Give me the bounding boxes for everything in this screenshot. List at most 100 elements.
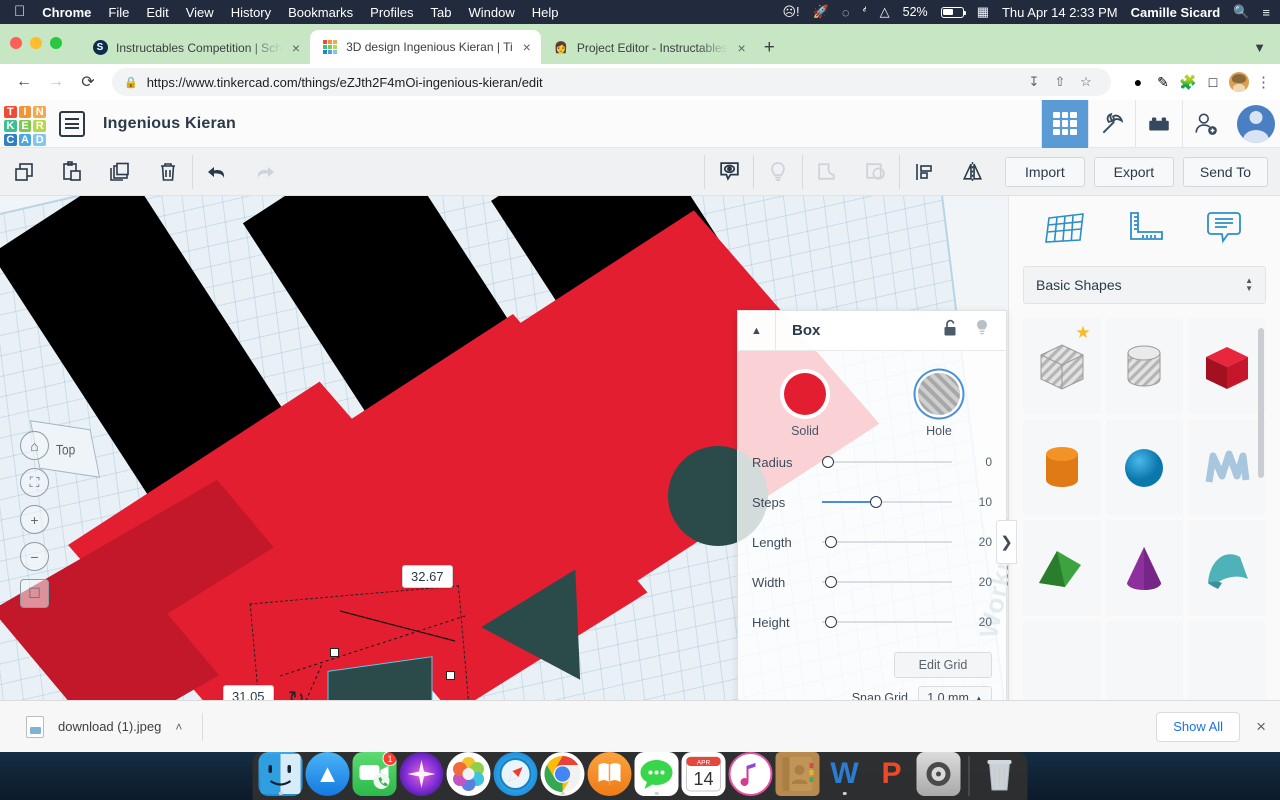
add-person-icon[interactable] bbox=[1182, 100, 1229, 148]
dimension-label-32[interactable]: 32.67 bbox=[402, 565, 453, 588]
resize-handle-tl[interactable] bbox=[330, 648, 339, 657]
height-slider[interactable] bbox=[822, 615, 952, 629]
dock-safari[interactable] bbox=[493, 752, 538, 796]
apple-logo-icon[interactable]:  bbox=[14, 4, 25, 19]
menu-bookmarks[interactable]: Bookmarks bbox=[288, 5, 353, 20]
tab-search-chevron-icon[interactable]: ▼ bbox=[1253, 40, 1280, 55]
chrome-menu-kebab-icon[interactable]: ⋮ bbox=[1256, 75, 1271, 90]
menu-help[interactable]: Help bbox=[532, 5, 559, 20]
notes-icon[interactable] bbox=[1202, 208, 1246, 248]
dock-contacts[interactable] bbox=[775, 752, 820, 796]
edit-grid-button[interactable]: Edit Grid bbox=[894, 652, 992, 678]
menu-view[interactable]: View bbox=[186, 5, 214, 20]
ortho-view-icon[interactable]: ☐ bbox=[20, 579, 49, 608]
shape-scribble[interactable] bbox=[1188, 419, 1266, 515]
back-button[interactable]: ← bbox=[10, 68, 38, 96]
width-value[interactable]: 20 bbox=[958, 575, 992, 589]
tab-instructables-competition[interactable]: S Instructables Competition | Sch × bbox=[80, 31, 310, 64]
menu-tab[interactable]: Tab bbox=[431, 5, 452, 20]
alert-icon[interactable]: ☹! bbox=[782, 4, 799, 20]
user-avatar[interactable] bbox=[1237, 104, 1275, 143]
show-all-downloads-button[interactable]: Show All bbox=[1156, 711, 1241, 742]
radius-slider[interactable] bbox=[822, 455, 952, 469]
lightbulb-icon[interactable] bbox=[974, 319, 990, 342]
collapse-caret-icon[interactable]: ▲ bbox=[738, 311, 776, 350]
shape-roof[interactable] bbox=[1188, 520, 1266, 616]
zoom-in-icon[interactable]: + bbox=[20, 505, 49, 534]
dock-trash[interactable] bbox=[978, 752, 1022, 796]
send-to-button[interactable]: Send To bbox=[1182, 156, 1268, 187]
dock-photos[interactable] bbox=[446, 752, 491, 796]
chevron-up-icon[interactable]: ˄ bbox=[175, 720, 182, 734]
snap-grid-select[interactable]: 1.0 mm ▲ bbox=[918, 686, 992, 700]
shape-yellow-partial[interactable] bbox=[1188, 621, 1266, 700]
tinkercad-logo[interactable]: T I N K E R C A D bbox=[0, 101, 46, 147]
screenshot-icon[interactable]: ▦ bbox=[977, 4, 989, 20]
tab-3d-design-ingenious-kieran[interactable]: 3D design Ingenious Kieran | Ti × bbox=[310, 30, 541, 64]
close-window-button[interactable] bbox=[10, 37, 22, 49]
shape-cylinder-hole[interactable] bbox=[1105, 318, 1184, 414]
ruler-icon[interactable] bbox=[1122, 208, 1166, 248]
hole-swatch[interactable] bbox=[918, 373, 960, 415]
dock-siri[interactable] bbox=[399, 752, 444, 796]
forward-button[interactable]: → bbox=[42, 68, 70, 96]
wifi-icon[interactable]: △ bbox=[880, 4, 890, 20]
shapes-scrollbar[interactable] bbox=[1258, 328, 1264, 478]
siri-icon[interactable]: ◌ bbox=[842, 5, 850, 20]
resize-handle-tr[interactable] bbox=[446, 671, 455, 680]
control-center-icon[interactable]: ≡ bbox=[1262, 5, 1270, 20]
steps-slider[interactable] bbox=[822, 495, 952, 509]
square-extension-icon[interactable]: □ bbox=[1204, 73, 1222, 91]
chrome-profile-avatar[interactable] bbox=[1229, 72, 1249, 92]
page-title[interactable]: Ingenious Kieran bbox=[103, 115, 236, 133]
dock-finder[interactable] bbox=[258, 752, 303, 796]
shape-box[interactable] bbox=[1188, 318, 1266, 414]
fit-view-icon[interactable]: ⛶ bbox=[20, 468, 49, 497]
address-bar[interactable]: 🔒 https://www.tinkercad.com/things/eZJth… bbox=[112, 68, 1111, 96]
dock-calendar[interactable]: APR 14 bbox=[681, 752, 726, 796]
dock-books[interactable] bbox=[587, 752, 632, 796]
align-icon[interactable] bbox=[900, 148, 948, 196]
menu-edit[interactable]: Edit bbox=[146, 5, 168, 20]
length-value[interactable]: 20 bbox=[958, 535, 992, 549]
length-slider[interactable] bbox=[822, 535, 952, 549]
copy-icon[interactable] bbox=[0, 148, 48, 196]
battery-icon[interactable] bbox=[940, 6, 967, 18]
search-icon[interactable]: 🔍 bbox=[1233, 4, 1249, 20]
puzzle-extensions-icon[interactable]: 🧩 bbox=[1179, 73, 1197, 91]
bookmark-star-icon[interactable]: ☆ bbox=[1073, 69, 1099, 95]
rocket-icon[interactable]: 🚀 bbox=[813, 4, 829, 20]
paste-icon[interactable] bbox=[48, 148, 96, 196]
project-list-icon[interactable] bbox=[59, 110, 85, 137]
close-tab-icon[interactable]: × bbox=[521, 38, 533, 56]
undo-icon[interactable] bbox=[193, 148, 241, 196]
unlock-icon[interactable] bbox=[942, 319, 958, 342]
shape-cylinder[interactable] bbox=[1023, 419, 1101, 515]
share-icon[interactable]: ⇧ bbox=[1047, 69, 1073, 95]
dock-system-preferences[interactable] bbox=[916, 752, 961, 796]
tab-project-editor[interactable]: 👩 Project Editor - Instructables × bbox=[541, 31, 756, 64]
solid-swatch[interactable] bbox=[784, 373, 826, 415]
shape-sphere[interactable] bbox=[1105, 419, 1184, 515]
menu-profiles[interactable]: Profiles bbox=[370, 5, 413, 20]
home-view-icon[interactable]: ⌂ bbox=[20, 431, 49, 460]
solid-option[interactable]: Solid bbox=[784, 373, 826, 438]
close-downloads-bar-icon[interactable]: × bbox=[1256, 717, 1266, 737]
shape-blue-partial[interactable] bbox=[1105, 621, 1184, 700]
hole-option[interactable]: Hole bbox=[918, 373, 960, 438]
shape-cone[interactable] bbox=[1105, 520, 1184, 616]
shape-box-hole[interactable]: ★ bbox=[1023, 318, 1101, 414]
menu-history[interactable]: History bbox=[231, 5, 271, 20]
reload-button[interactable]: ⟳ bbox=[74, 68, 102, 96]
steps-value[interactable]: 10 bbox=[958, 495, 992, 509]
new-tab-button[interactable]: + bbox=[764, 38, 775, 57]
rotate-handle-icon[interactable]: ↻ bbox=[288, 686, 305, 700]
install-app-icon[interactable]: ↧ bbox=[1021, 69, 1047, 95]
bluetooth-icon[interactable]: ᔊ bbox=[863, 4, 867, 20]
zoom-out-icon[interactable]: − bbox=[20, 542, 49, 571]
menu-bar-username[interactable]: Camille Sicard bbox=[1131, 5, 1221, 20]
export-button[interactable]: Export bbox=[1093, 156, 1174, 187]
panel-collapse-toggle[interactable]: ❯ bbox=[996, 520, 1017, 564]
visibility-eye-icon[interactable] bbox=[705, 148, 753, 196]
shape-wedge[interactable] bbox=[1023, 520, 1101, 616]
